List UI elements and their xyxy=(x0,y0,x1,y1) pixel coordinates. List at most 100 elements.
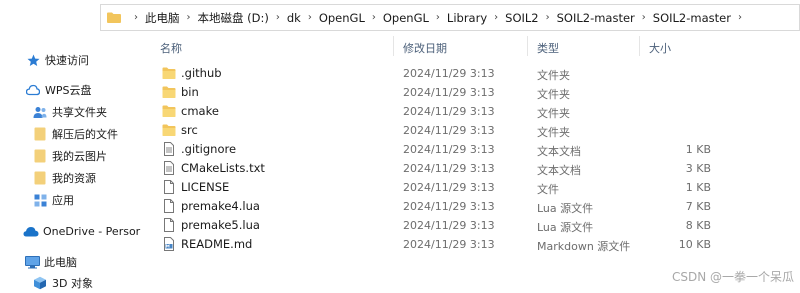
file-name: LICENSE xyxy=(181,180,230,194)
sidebar-item-label: 共享文件夹 xyxy=(52,106,107,119)
breadcrumb-opengl-2[interactable]: OpenGL xyxy=(383,11,429,25)
sidebar-item-my-resources[interactable]: 我的资源 xyxy=(0,167,150,189)
sidebar-item-onedrive[interactable]: OneDrive - Persor xyxy=(0,220,150,242)
file-type: 文件夹 xyxy=(537,88,570,101)
sidebar-item-label: OneDrive - Persor xyxy=(43,224,141,238)
chevron-right-icon: › xyxy=(737,12,742,23)
chevron-right-icon: › xyxy=(371,12,376,23)
file-date: 2024/11/29 3:13 xyxy=(403,219,495,232)
chevron-right-icon: › xyxy=(435,12,440,23)
file-type: 文件夹 xyxy=(537,107,570,120)
file-size: 1 KB xyxy=(685,143,711,156)
address-bar[interactable]: › 此电脑 › 本地磁盘 (D:) › dk › OpenGL › OpenGL… xyxy=(100,4,800,31)
chevron-right-icon: › xyxy=(134,12,138,23)
column-header-name[interactable]: 名称 xyxy=(160,40,182,56)
file-icon xyxy=(164,218,174,232)
column-header-date[interactable]: 修改日期 xyxy=(403,40,447,56)
breadcrumb-this-pc[interactable]: 此电脑 xyxy=(145,10,180,26)
file-icon xyxy=(164,180,174,194)
file-name: README.md xyxy=(181,237,253,251)
chevron-right-icon: › xyxy=(275,12,280,23)
breadcrumb-opengl[interactable]: OpenGL xyxy=(319,11,365,25)
sidebar-item-this-pc[interactable]: 此电脑 xyxy=(0,251,150,273)
watermark: CSDN @一拳一个呆瓜 xyxy=(671,270,794,284)
sidebar-item-label: 应用 xyxy=(52,194,74,207)
sidebar-item-wps-cloud[interactable]: WPS云盘 xyxy=(0,79,150,101)
column-header-size[interactable]: 大小 xyxy=(649,40,671,56)
computer-icon xyxy=(24,255,40,269)
file-name: .gitignore xyxy=(181,142,237,156)
file-date: 2024/11/29 3:13 xyxy=(403,238,495,251)
breadcrumb-soil2-master[interactable]: SOIL2-master xyxy=(557,11,635,25)
file-date: 2024/11/29 3:13 xyxy=(403,67,495,80)
file-row-gitignore[interactable]: .gitignore 2024/11/29 3:13 文本文档 1 KB xyxy=(150,140,800,159)
file-type: 文件夹 xyxy=(537,126,570,139)
file-row-cmake[interactable]: cmake 2024/11/29 3:13 文件夹 xyxy=(150,102,800,121)
file-name: cmake xyxy=(181,104,219,118)
sidebar-item-shared-folder[interactable]: 共享文件夹 xyxy=(0,101,150,123)
file-name: src xyxy=(181,123,198,137)
sidebar-item-label: 我的云图片 xyxy=(52,150,107,163)
sidebar-item-apps[interactable]: 应用 xyxy=(0,189,150,211)
file-type: Lua 源文件 xyxy=(537,221,594,234)
breadcrumb-dk[interactable]: dk xyxy=(287,11,301,25)
column-divider[interactable] xyxy=(639,36,640,56)
sidebar-item-label: 我的资源 xyxy=(52,172,96,185)
file-date: 2024/11/29 3:13 xyxy=(403,124,495,137)
chevron-right-icon: › xyxy=(186,12,191,23)
file-row-premake4[interactable]: premake4.lua 2024/11/29 3:13 Lua 源文件 7 K… xyxy=(150,197,800,216)
file-row-premake5[interactable]: premake5.lua 2024/11/29 3:13 Lua 源文件 8 K… xyxy=(150,216,800,235)
chevron-right-icon: › xyxy=(494,12,499,23)
navigation-buttons-area xyxy=(0,0,100,34)
cube-icon xyxy=(32,276,48,290)
file-size: 3 KB xyxy=(685,162,711,175)
file-row-license[interactable]: LICENSE 2024/11/29 3:13 文件 1 KB xyxy=(150,178,800,197)
file-row-github[interactable]: .github 2024/11/29 3:13 文件夹 xyxy=(150,64,800,83)
file-name: premake4.lua xyxy=(181,199,260,213)
file-row-readme[interactable]: README.md 2024/11/29 3:13 Markdown 源文件 1… xyxy=(150,235,800,254)
sidebar-item-label: WPS云盘 xyxy=(45,84,92,97)
folder-icon xyxy=(107,12,121,23)
sidebar-item-quick-access[interactable]: 快速访问 xyxy=(0,49,150,71)
file-type: Lua 源文件 xyxy=(537,202,594,215)
sidebar-item-3d-objects[interactable]: 3D 对象 xyxy=(0,272,150,293)
breadcrumb-local-disk[interactable]: 本地磁盘 (D:) xyxy=(198,10,269,26)
file-size: 1 KB xyxy=(685,181,711,194)
column-divider[interactable] xyxy=(527,36,528,56)
column-header-type[interactable]: 类型 xyxy=(537,40,559,56)
breadcrumb-soil2[interactable]: SOIL2 xyxy=(505,11,538,25)
file-row-src[interactable]: src 2024/11/29 3:13 文件夹 xyxy=(150,121,800,140)
file-size: 7 KB xyxy=(685,200,711,213)
breadcrumb-library[interactable]: Library xyxy=(447,11,487,25)
document-icon xyxy=(164,142,174,156)
sidebar-item-my-cloud-pictures[interactable]: 我的云图片 xyxy=(0,145,150,167)
file-name: CMakeLists.txt xyxy=(181,161,265,175)
chevron-right-icon: › xyxy=(545,12,550,23)
file-name: .github xyxy=(181,66,222,80)
sidebar-item-label: 快速访问 xyxy=(45,54,89,67)
file-type: Markdown 源文件 xyxy=(537,240,631,253)
file-type: 文本文档 xyxy=(537,164,581,177)
file-type: 文本文档 xyxy=(537,145,581,158)
file-date: 2024/11/29 3:13 xyxy=(403,86,495,99)
sidebar-item-extracted-files[interactable]: 解压后的文件 xyxy=(0,123,150,145)
sidebar-item-label: 解压后的文件 xyxy=(52,128,118,141)
navigation-pane: 快速访问 WPS云盘 共享文件夹 解压后的文件 我的云图片 我的资源 应用 On… xyxy=(0,34,150,293)
star-icon xyxy=(25,53,41,67)
folder-icon xyxy=(162,67,176,79)
file-icon xyxy=(164,199,174,213)
file-size: 10 KB xyxy=(678,238,711,251)
file-row-bin[interactable]: bin 2024/11/29 3:13 文件夹 xyxy=(150,83,800,102)
column-divider[interactable] xyxy=(393,36,394,56)
chevron-right-icon: › xyxy=(641,12,646,23)
file-date: 2024/11/29 3:13 xyxy=(403,181,495,194)
file-list-view: 名称 修改日期 类型 大小 .github 2024/11/29 3:13 文件… xyxy=(150,34,800,293)
document-icon xyxy=(164,161,174,175)
file-row-cmakelists[interactable]: CMakeLists.txt 2024/11/29 3:13 文本文档 3 KB xyxy=(150,159,800,178)
folder-icon xyxy=(32,171,48,185)
file-name: bin xyxy=(181,85,199,99)
column-header-row: 名称 修改日期 类型 大小 xyxy=(150,34,800,58)
people-icon xyxy=(32,105,48,119)
breadcrumb-soil2-master-2[interactable]: SOIL2-master xyxy=(653,11,731,25)
file-size: 8 KB xyxy=(685,219,711,232)
